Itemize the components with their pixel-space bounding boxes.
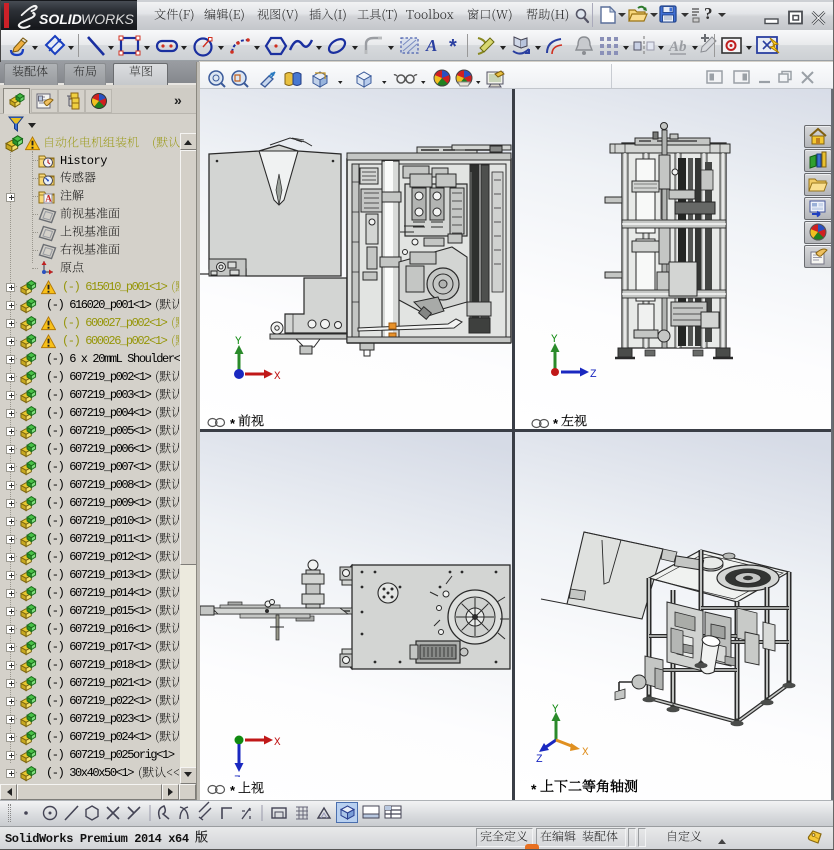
svg-text:Ab: Ab	[668, 39, 687, 55]
svg-text:X: X	[274, 371, 281, 383]
svg-text:SOLID: SOLID	[39, 11, 82, 27]
svg-text:Z: Z	[536, 754, 543, 762]
svg-text:X: X	[582, 747, 589, 759]
svg-text:A: A	[45, 194, 52, 204]
svg-text:X: X	[274, 737, 281, 749]
svg-text:Z: Z	[234, 775, 241, 777]
svg-text:Z: Z	[590, 369, 597, 381]
svg-text:WORKS: WORKS	[81, 11, 135, 27]
